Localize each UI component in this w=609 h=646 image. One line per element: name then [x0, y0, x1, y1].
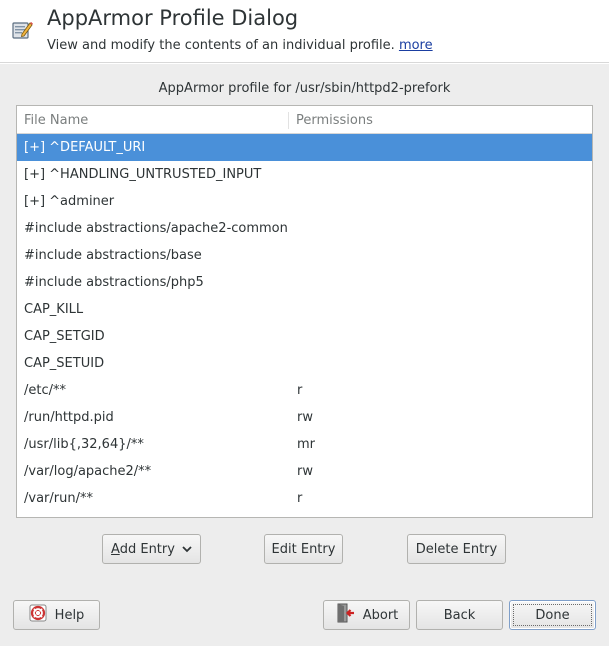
back-button[interactable]: Back — [416, 600, 503, 630]
table-row[interactable]: CAP_SETUID — [17, 350, 592, 377]
column-header-file-name[interactable]: File Name — [17, 112, 289, 129]
chevron-down-icon — [182, 542, 192, 557]
file-name-cell: /var/run/** — [24, 491, 93, 506]
dialog-header: AppArmor Profile Dialog View and modify … — [0, 0, 609, 63]
table-body: [+] ^DEFAULT_URI [+] ^HANDLING_UNTRUSTED_… — [17, 134, 592, 512]
table-row[interactable]: #include abstractions/php5 — [17, 269, 592, 296]
profile-entries-table[interactable]: File Name Permissions [+] ^DEFAULT_URI [+… — [16, 105, 593, 518]
dialog-title: AppArmor Profile Dialog — [47, 6, 299, 30]
document-edit-icon — [11, 19, 33, 41]
table-row[interactable]: CAP_KILL — [17, 296, 592, 323]
file-name-cell: [+] ^adminer — [24, 194, 115, 209]
permissions-cell: r — [297, 491, 303, 506]
file-name-cell: CAP_KILL — [24, 302, 84, 317]
add-entry-mnemonic: A — [111, 541, 120, 557]
table-row[interactable]: /usr/lib{,32,64}/** mr — [17, 431, 592, 458]
description-text: View and modify the contents of an indiv… — [47, 38, 395, 53]
file-name-cell: /var/log/apache2/** — [24, 464, 152, 479]
delete-entry-button[interactable]: Delete Entry — [407, 534, 506, 564]
table-row[interactable]: /run/httpd.pid rw — [17, 404, 592, 431]
more-link[interactable]: more — [399, 38, 433, 53]
table-row[interactable]: [+] ^adminer — [17, 188, 592, 215]
done-button[interactable]: Done — [509, 600, 596, 630]
file-name-cell: /run/httpd.pid — [24, 410, 114, 425]
file-name-cell: [+] ^HANDLING_UNTRUSTED_INPUT — [24, 167, 262, 182]
file-name-cell: /etc/** — [24, 383, 67, 398]
permissions-cell: mr — [297, 437, 316, 452]
edit-entry-button[interactable]: Edit Entry — [264, 534, 343, 564]
apparmor-profile-dialog: AppArmor Profile Dialog View and modify … — [0, 0, 609, 646]
table-row[interactable]: /var/log/apache2/** rw — [17, 458, 592, 485]
add-entry-label: Add Entry — [111, 542, 175, 557]
add-entry-label-rest: dd Entry — [119, 541, 175, 557]
dialog-body: AppArmor profile for /usr/sbin/httpd2-pr… — [0, 64, 609, 646]
table-header: File Name Permissions — [17, 106, 592, 134]
help-button[interactable]: Help — [13, 600, 100, 630]
permissions-cell: rw — [297, 410, 313, 425]
table-row[interactable]: CAP_SETGID — [17, 323, 592, 350]
profile-label: AppArmor profile for /usr/sbin/httpd2-pr… — [158, 81, 451, 96]
table-row[interactable]: [+] ^HANDLING_UNTRUSTED_INPUT — [17, 161, 592, 188]
add-entry-button[interactable]: Add Entry — [102, 534, 201, 564]
back-label: Back — [443, 607, 476, 623]
table-row[interactable]: /etc/** r — [17, 377, 592, 404]
help-label: Help — [54, 607, 85, 623]
column-header-permissions[interactable]: Permissions — [289, 112, 592, 129]
dialog-description: View and modify the contents of an indiv… — [47, 38, 433, 53]
delete-entry-label: Delete Entry — [415, 541, 498, 557]
abort-button[interactable]: Abort — [323, 600, 410, 630]
permissions-cell: r — [297, 383, 303, 398]
file-name-cell: /usr/lib{,32,64}/** — [24, 437, 144, 452]
file-name-cell: #include abstractions/base — [24, 248, 202, 263]
help-icon — [29, 604, 47, 626]
file-name-cell: #include abstractions/php5 — [24, 275, 204, 290]
table-row[interactable]: #include abstractions/base — [17, 242, 592, 269]
file-name-cell: [+] ^DEFAULT_URI — [24, 140, 146, 155]
abort-label: Abort — [362, 607, 399, 623]
exit-door-icon — [335, 603, 355, 627]
file-name-cell: CAP_SETUID — [24, 356, 105, 371]
edit-entry-label: Edit Entry — [271, 541, 336, 557]
done-label: Done — [535, 607, 570, 623]
permissions-cell: rw — [297, 464, 313, 479]
table-row[interactable]: /var/run/** r — [17, 485, 592, 512]
file-name-cell: #include abstractions/apache2-common — [24, 221, 288, 236]
table-row[interactable]: #include abstractions/apache2-common — [17, 215, 592, 242]
file-name-cell: CAP_SETGID — [24, 329, 105, 344]
table-row[interactable]: [+] ^DEFAULT_URI — [17, 134, 592, 161]
